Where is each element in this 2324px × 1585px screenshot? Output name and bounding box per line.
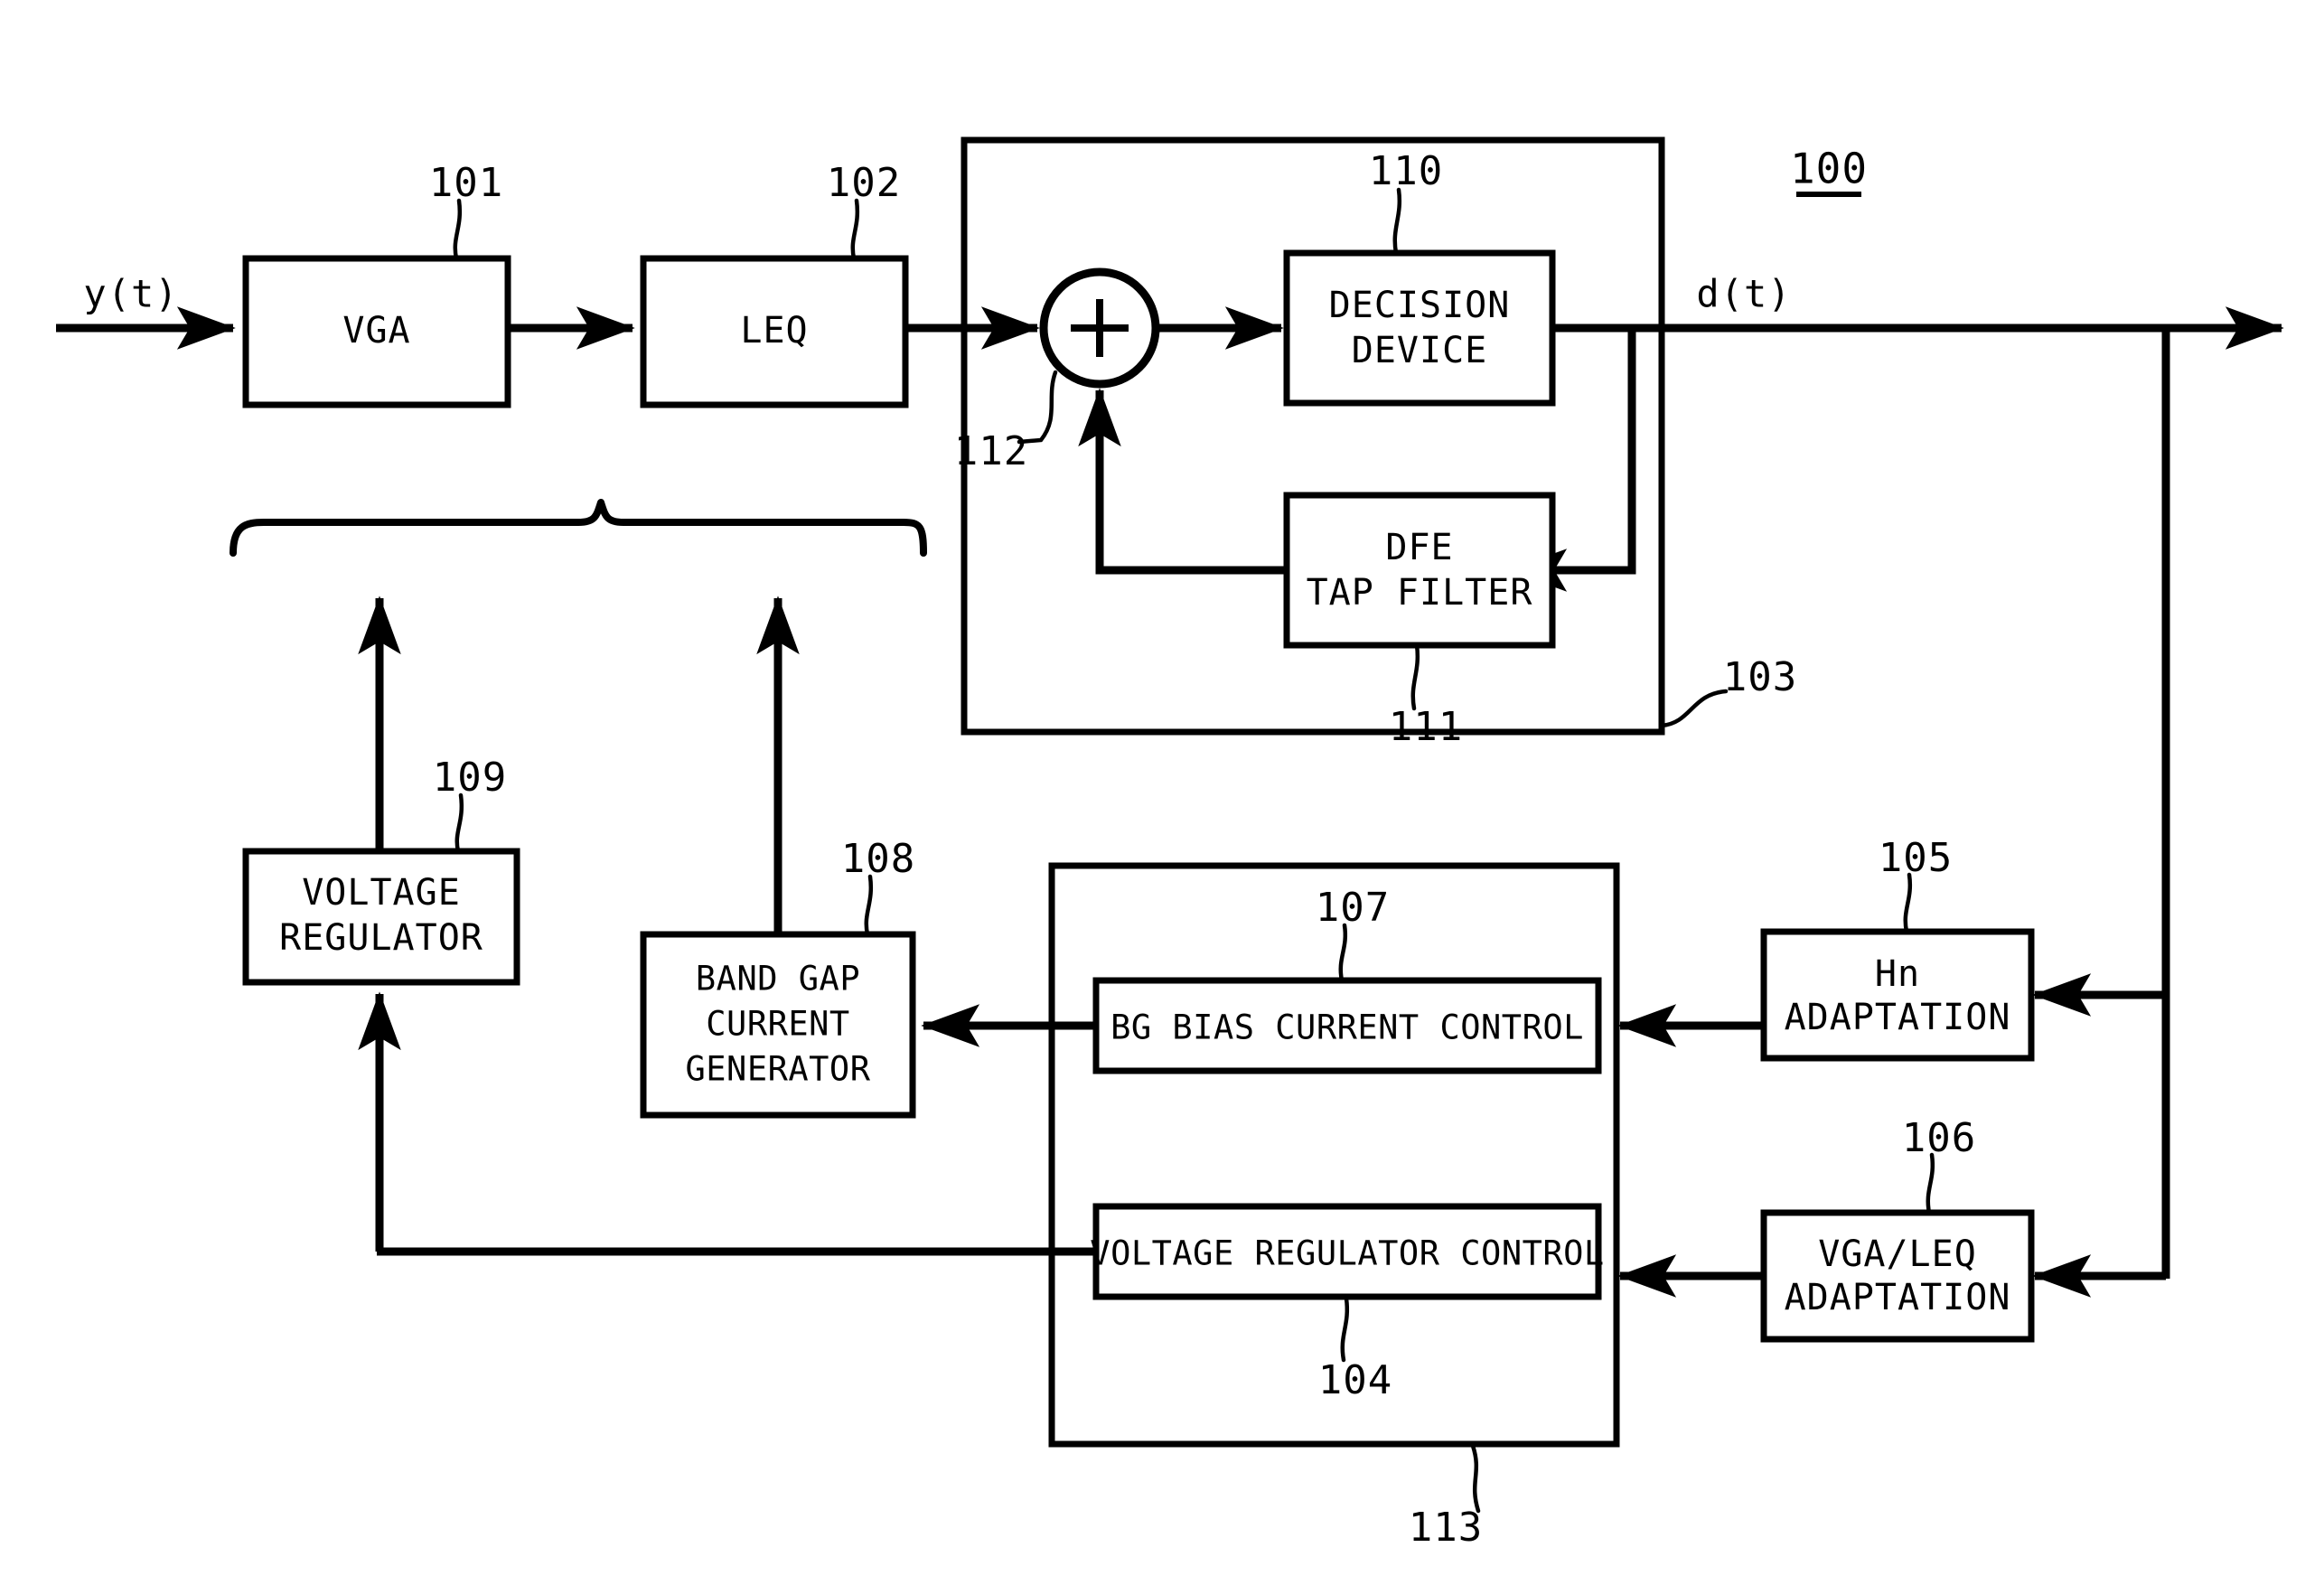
decision-device-label-line2: DEVICE <box>1352 330 1488 371</box>
bg-bias-ref-leader <box>1338 923 1348 983</box>
input-signal-label: y(t) <box>83 272 178 316</box>
bandgap-ref-number: 108 <box>841 836 915 882</box>
leq-ref-number: 102 <box>827 160 901 206</box>
leq-block-label: LEQ <box>740 310 808 352</box>
dfe-to-summer-wire <box>1078 388 1287 575</box>
leq-ref-leader <box>850 198 860 261</box>
dfe-tap-filter-label-line1: DFE <box>1385 527 1453 568</box>
dfe-tap-filter-ref-leader <box>1410 642 1420 711</box>
control-group-ref-leader <box>1470 1443 1481 1514</box>
output-signal-label: d(t) <box>1696 272 1791 316</box>
vga-block-label: VGA <box>342 310 410 352</box>
bandgap-label-line1: BAND GAP <box>696 960 860 999</box>
hn-adaptation-ref-leader <box>1903 872 1913 934</box>
dfe-group-ref-number: 103 <box>1723 654 1797 700</box>
voltage-regulator-label-line2: REGULATOR <box>279 917 483 959</box>
summer-ref-number: 112 <box>954 428 1028 474</box>
vga-leq-adaptation-ref-leader <box>1926 1152 1935 1215</box>
supply-domain-brace <box>230 499 927 557</box>
dfe-tap-filter-ref-number: 111 <box>1389 704 1463 750</box>
hn-adaptation-block[interactable] <box>1760 928 2035 1062</box>
hn-adaptation-ref-number: 105 <box>1879 835 1953 881</box>
vga-leq-adaptation-label-line2: ADAPTATION <box>1785 1277 2011 1318</box>
bandgap-label-line3: GENERATOR <box>686 1050 871 1089</box>
decision-device-block[interactable] <box>1283 249 1556 407</box>
vga-ref-leader <box>453 198 463 261</box>
patent-figure-canvas: y(t) d(t) 100 VGA 101 LEQ 102 DECISION D… <box>0 0 2324 1585</box>
voltage-regulator-ref-leader <box>454 792 464 854</box>
decision-device-ref-leader <box>1392 187 1402 256</box>
bg-bias-ref-number: 107 <box>1316 885 1390 931</box>
voltage-regulator-label-line1: VOLTAGE <box>302 872 461 914</box>
vreg-control-ref-number: 104 <box>1318 1357 1392 1403</box>
control-group-ref-number: 113 <box>1409 1505 1483 1551</box>
dfe-group-ref-leader <box>1659 689 1729 728</box>
hn-adaptation-label-line1: Hn <box>1875 953 1920 995</box>
vga-leq-adaptation-block[interactable] <box>1760 1209 2035 1343</box>
dfe-tap-filter-block[interactable] <box>1283 492 1556 649</box>
block-diagram: y(t) d(t) 100 VGA 101 LEQ 102 DECISION D… <box>56 136 2284 1551</box>
vga-leq-adaptation-ref-number: 106 <box>1902 1115 1976 1161</box>
vga-ref-number: 101 <box>429 160 503 206</box>
vreg-control-label: VOLTAGE REGULATOR CONTROL <box>1090 1234 1604 1273</box>
vregctrl-ref-leader <box>1340 1296 1350 1363</box>
figure-ref-100: 100 <box>1790 145 1868 193</box>
dfe-tap-filter-label-line2: TAP FILTER <box>1307 572 1533 614</box>
decision-device-label-line1: DECISION <box>1329 285 1511 326</box>
bandgap-label-line2: CURRENT <box>706 1005 849 1044</box>
bg-bias-control-label: BG BIAS CURRENT CONTROL <box>1110 1008 1584 1047</box>
hn-adaptation-label-line2: ADAPTATION <box>1785 997 2011 1038</box>
decision-device-ref-number: 110 <box>1369 148 1443 194</box>
bandgap-generator-ref-leader <box>864 874 874 937</box>
vga-leq-adaptation-label-line1: VGA/LEQ <box>1818 1233 1977 1275</box>
summing-junction[interactable] <box>1039 267 1160 389</box>
voltage-regulator-ref-number: 109 <box>433 755 507 801</box>
